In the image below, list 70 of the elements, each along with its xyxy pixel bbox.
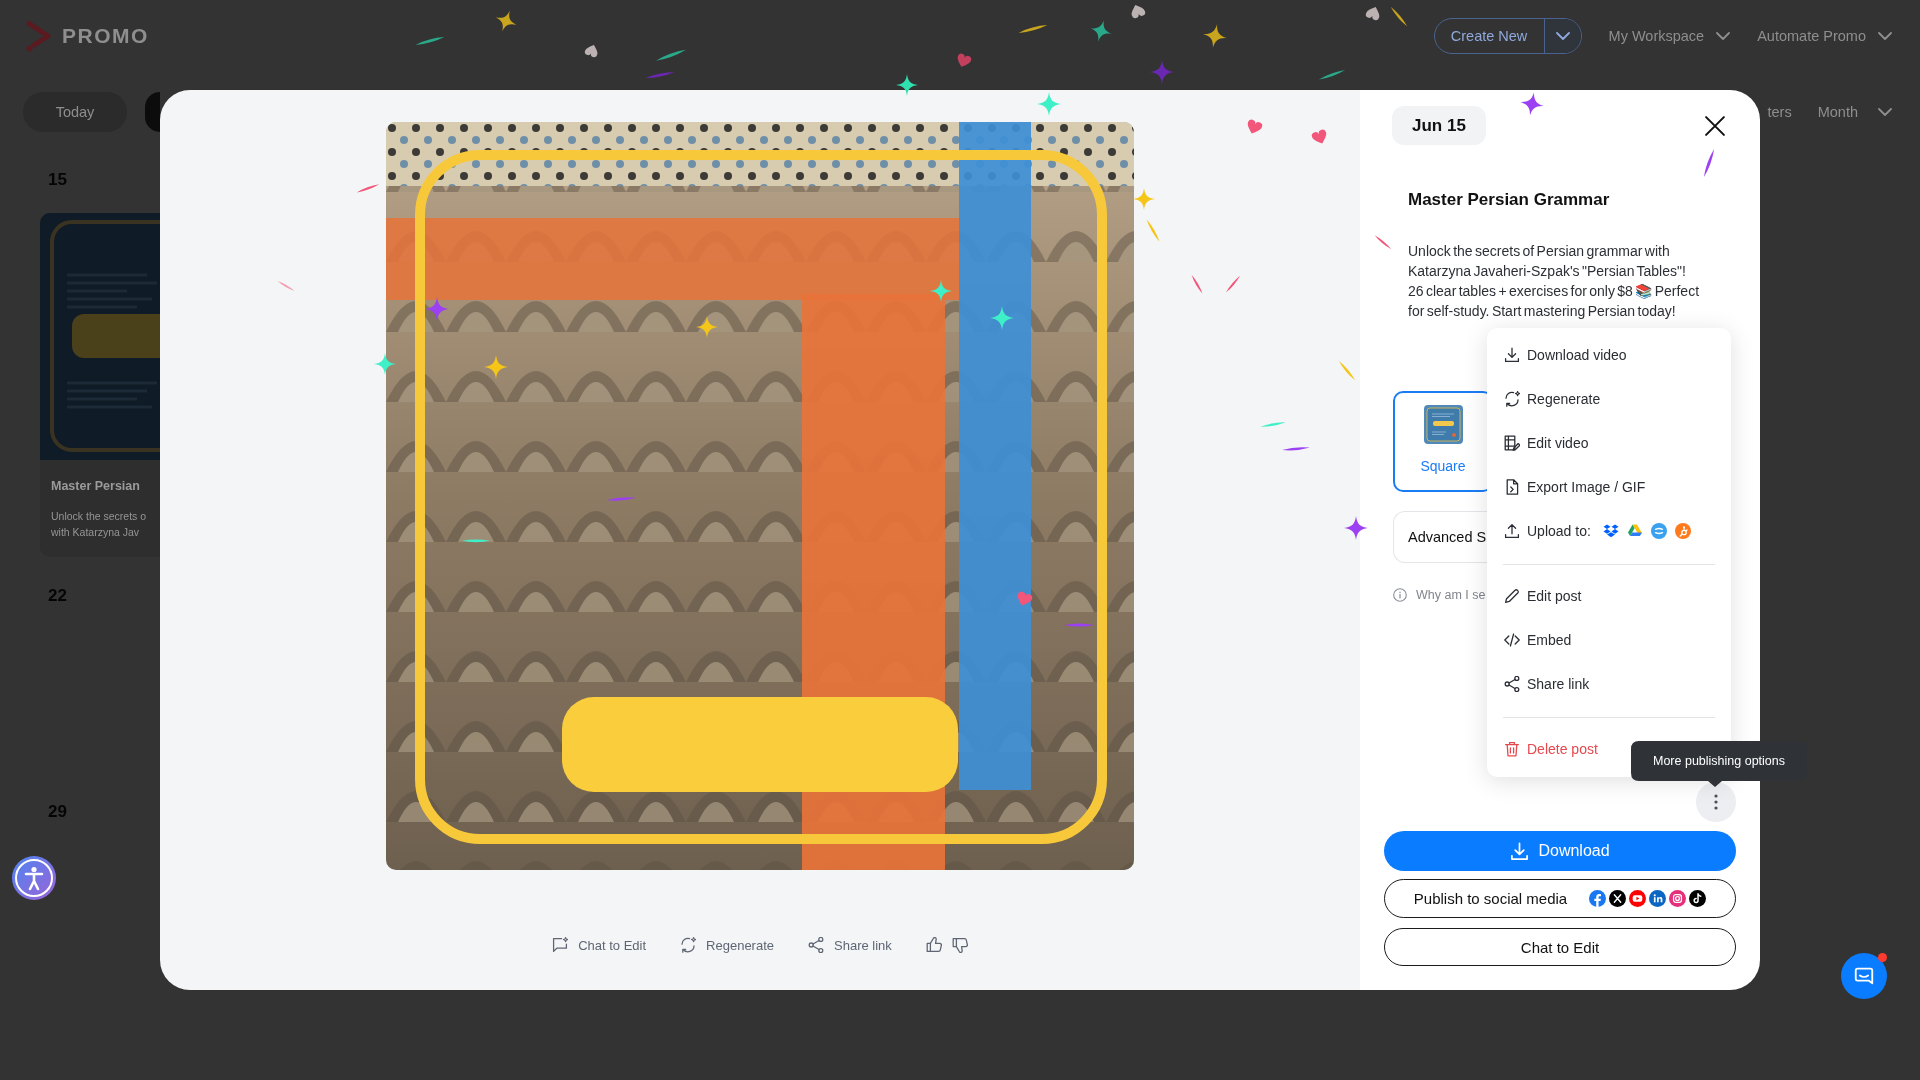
chevron-down-icon	[1878, 108, 1892, 116]
menu-item[interactable]: Download video	[1487, 333, 1731, 377]
view-dropdown[interactable]: Month	[1817, 104, 1892, 120]
post-title: Master Persian	[51, 478, 141, 495]
menu-item[interactable]: Share link	[1487, 662, 1731, 706]
film-edit-icon	[1504, 435, 1520, 451]
post-title: Master Persian Grammar	[1408, 190, 1611, 210]
regenerate-button[interactable]: Regenerate	[680, 937, 775, 953]
create-new-button[interactable]: Create New	[1434, 19, 1544, 53]
google-drive-icon[interactable]	[1626, 523, 1643, 539]
dropbox-icon[interactable]	[1602, 523, 1619, 539]
chat-to-edit-button[interactable]: Chat to Edit	[552, 937, 647, 953]
chat-launcher-button[interactable]	[1841, 953, 1887, 999]
more-options-button[interactable]	[1696, 782, 1736, 822]
post-excerpt-line: with Katarzyna Jav	[51, 525, 141, 540]
today-button[interactable]: Today	[23, 92, 127, 132]
chevron-down-icon	[1555, 32, 1570, 40]
file-export-icon	[1504, 479, 1520, 495]
close-icon	[1705, 115, 1725, 136]
date-badge: Jun 15	[1392, 106, 1486, 145]
instagram-icon	[1669, 890, 1687, 907]
regenerate-icon	[1504, 391, 1520, 407]
code-icon	[1504, 632, 1520, 648]
kebab-icon	[1714, 794, 1718, 810]
chat-to-edit-button[interactable]: Chat to Edit	[1384, 928, 1736, 966]
toolbar-button[interactable]: ters	[1767, 104, 1792, 120]
chevron-down-icon	[1716, 32, 1731, 40]
linkedin-icon	[1649, 890, 1667, 907]
menu-item[interactable]: Embed	[1487, 618, 1731, 662]
thumbs-down-icon	[951, 937, 968, 953]
nav-menu-button[interactable]: My Workspace	[1608, 28, 1731, 44]
youtube-icon	[1629, 890, 1647, 907]
tooltip: More publishing options	[1631, 741, 1807, 787]
chat-bubble-icon	[1853, 965, 1875, 987]
toggle-button[interactable]	[145, 92, 160, 132]
logo-icon	[23, 19, 53, 53]
trash-icon	[1504, 741, 1520, 757]
dislike-button[interactable]	[951, 937, 968, 953]
info-link[interactable]: Why am I se	[1416, 587, 1486, 603]
chat-bubble-circle-icon[interactable]	[1650, 523, 1667, 539]
post-excerpt-line: Unlock the secrets o	[51, 509, 148, 524]
share-icon	[1504, 676, 1520, 692]
accessibility-icon	[14, 858, 54, 898]
thumbnail-drawing	[1423, 405, 1463, 444]
tiktok-icon	[1689, 890, 1707, 907]
post-description: Unlock the secrets of Persian grammar with Katarzyna Javaheri-Szpak's "Persian Tables"! 26 clear tables + exercises for only $8 📚 Perfect for self-study. Start mastering Persian today!	[1408, 242, 1700, 321]
sprocket-icon[interactable]	[1674, 523, 1691, 539]
download-button[interactable]: Download	[1384, 831, 1736, 871]
pencil-icon	[1504, 588, 1520, 604]
create-dropdown-button[interactable]	[1543, 19, 1581, 53]
download-icon	[1504, 347, 1520, 363]
thumbs-up-icon	[925, 937, 942, 953]
x-logo-icon	[1609, 890, 1627, 907]
regenerate-icon	[680, 937, 697, 953]
chat-sparkle-icon	[552, 937, 569, 953]
nav-menu-button[interactable]: Automate Promo	[1757, 28, 1892, 44]
close-button[interactable]	[1705, 115, 1725, 136]
menu-item[interactable]: Edit post	[1487, 574, 1731, 618]
info-icon	[1393, 588, 1407, 602]
download-icon	[1510, 841, 1530, 861]
logo-text: PROMO	[62, 24, 149, 48]
share-link-button[interactable]: Share link	[808, 937, 892, 953]
like-button[interactable]	[925, 937, 942, 953]
chevron-down-icon	[1878, 32, 1892, 40]
upload-icon	[1504, 523, 1520, 539]
accessibility-button[interactable]	[12, 856, 56, 900]
post-card[interactable]: Master Persian Unlock the secrets o with Katarzyna Jav	[40, 213, 160, 557]
facebook-icon	[1589, 890, 1607, 907]
publish-button[interactable]: Publish to social media	[1384, 879, 1736, 918]
share-icon	[808, 937, 825, 953]
